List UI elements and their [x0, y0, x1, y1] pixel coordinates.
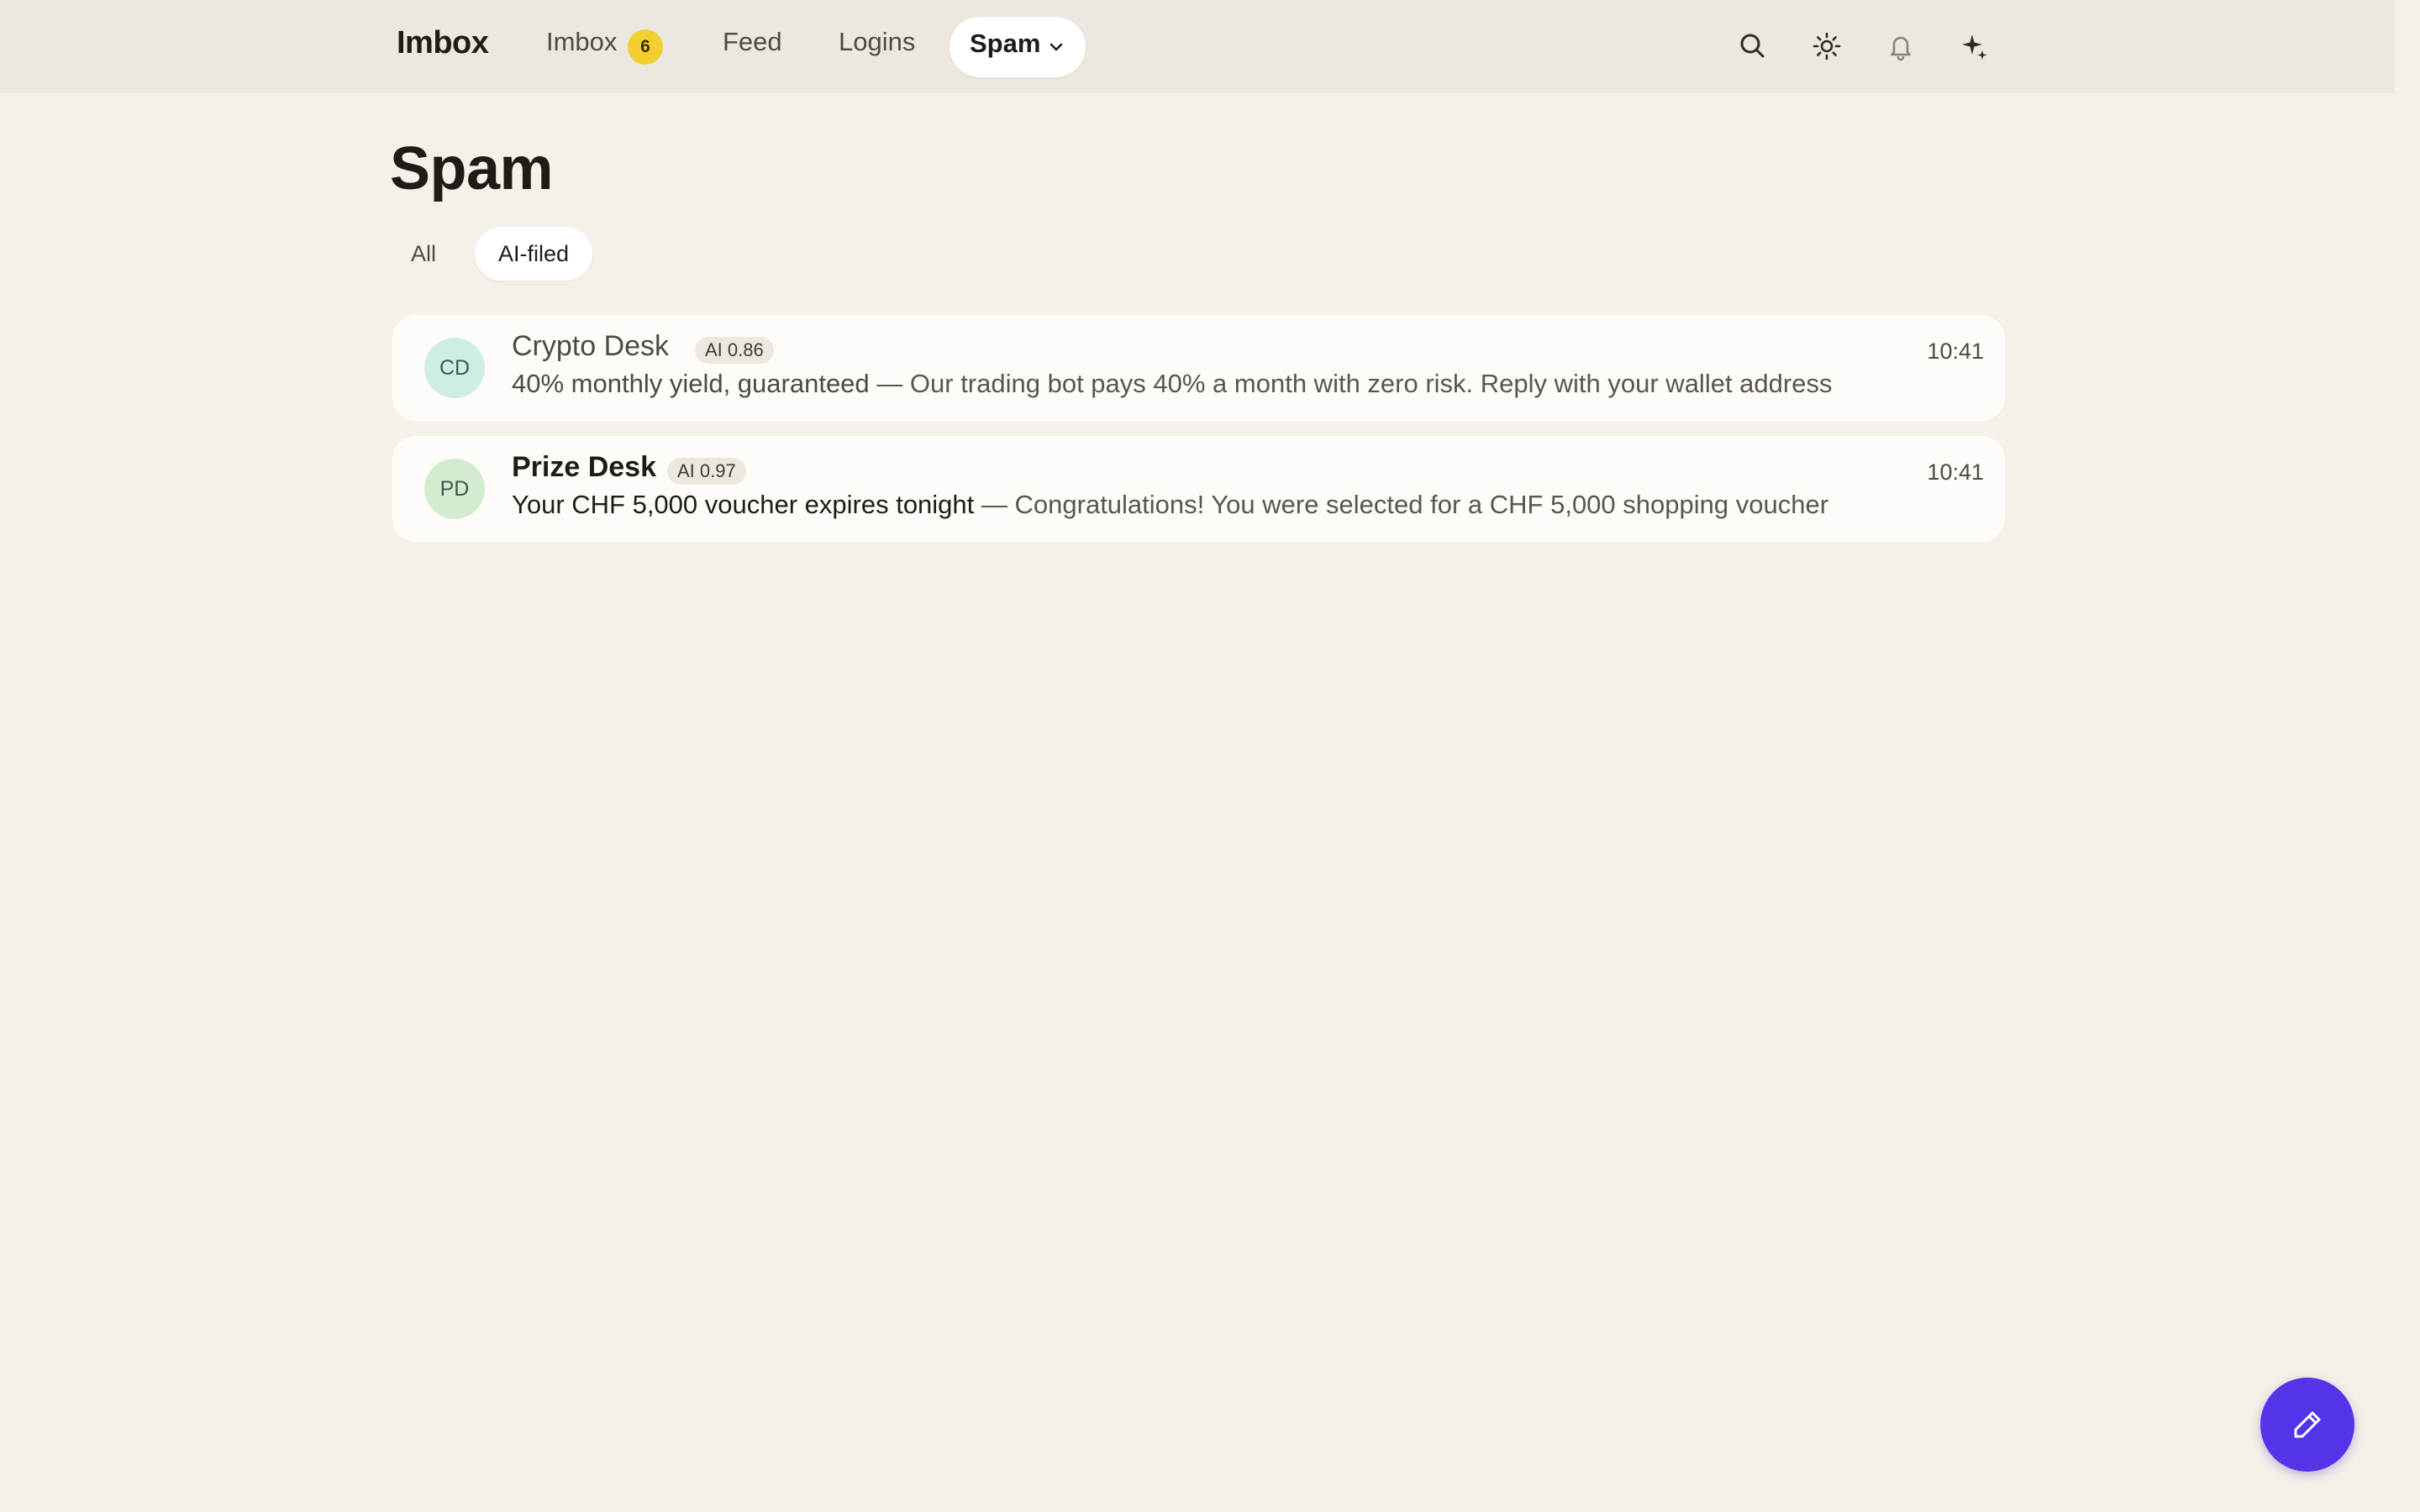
imbox-count-badge: 6: [628, 29, 663, 65]
message-subject: Your CHF 5,000 voucher expires tonight: [512, 490, 975, 519]
chevron-down-icon: [1050, 43, 1063, 51]
sender-name: Prize Desk: [512, 451, 656, 483]
notifications-button[interactable]: [1882, 28, 1919, 65]
filter-tab-ai-filed[interactable]: AI-filed: [475, 227, 592, 281]
brand-logo[interactable]: Imbox: [397, 25, 489, 61]
message-summary: Your CHF 5,000 voucher expires tonight —…: [512, 490, 1890, 520]
message-subject: 40% monthly yield, guaranteed: [512, 369, 870, 398]
nav-logins[interactable]: Logins: [839, 27, 915, 57]
message-row[interactable]: CD Crypto Desk AI 0.86 40% monthly yield…: [392, 315, 2005, 421]
sun-icon: [1812, 32, 1841, 60]
ai-assistant-button[interactable]: [1956, 28, 1993, 65]
avatar: PD: [424, 459, 485, 519]
nav-spam-dropdown[interactable]: Spam: [950, 17, 1086, 77]
message-preview: — Our trading bot pays 40% a month with …: [876, 369, 1833, 398]
page-title: Spam: [390, 135, 554, 202]
message-time: 10:41: [1927, 339, 1984, 364]
theme-toggle-button[interactable]: [1808, 28, 1845, 65]
message-preview: — Congratulations! You were selected for…: [981, 490, 1829, 519]
filter-tab-all[interactable]: All: [392, 227, 455, 281]
avatar: CD: [424, 338, 485, 398]
sparkle-icon: [1962, 34, 1987, 60]
nav-spam-label: Spam: [970, 29, 1041, 58]
ai-score-badge: AI 0.97: [667, 458, 746, 485]
compose-button[interactable]: [2260, 1378, 2354, 1472]
search-button[interactable]: [1734, 28, 1771, 65]
search-icon: [1740, 34, 1765, 58]
bell-icon: [1891, 36, 1911, 61]
message-time: 10:41: [1927, 459, 1984, 485]
ai-score-badge: AI 0.86: [695, 337, 774, 364]
message-row[interactable]: PD Prize Desk AI 0.97 Your CHF 5,000 vou…: [392, 436, 2005, 542]
pencil-icon: [2294, 1411, 2321, 1438]
sender-name: Crypto Desk: [512, 330, 670, 362]
nav-imbox[interactable]: Imbox: [546, 27, 617, 57]
top-nav-bar: Imbox Imbox 6 Feed Logins Spam: [0, 0, 2395, 93]
message-summary: 40% monthly yield, guaranteed — Our trad…: [512, 369, 1890, 399]
nav-feed[interactable]: Feed: [723, 27, 782, 57]
